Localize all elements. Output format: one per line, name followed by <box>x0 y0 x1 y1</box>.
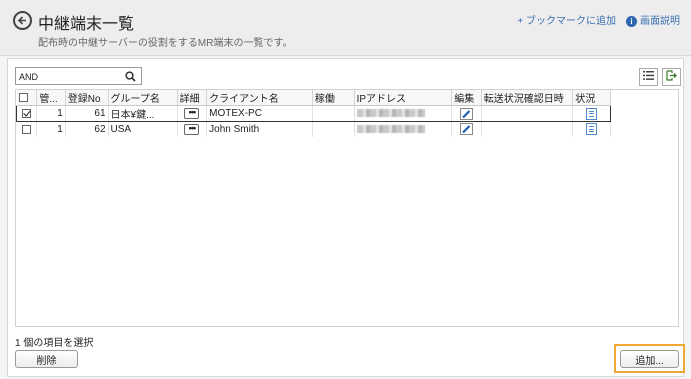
pencil-icon <box>459 107 473 120</box>
search-icon[interactable] <box>125 71 136 85</box>
column-header[interactable]: 状況 <box>572 90 611 106</box>
cell-kan: 1 <box>36 105 66 122</box>
cell-reg-no: 62 <box>65 121 109 137</box>
details-button[interactable]: ••• <box>177 105 208 122</box>
cell-kan: 1 <box>36 121 66 137</box>
cell-kadou <box>312 105 355 122</box>
more-dots-icon: ••• <box>184 107 200 119</box>
info-icon: i <box>626 16 637 27</box>
status-button[interactable] <box>572 121 611 137</box>
help-link-label: 画面説明 <box>640 16 680 27</box>
table-row[interactable]: 1 62 USA ••• John Smith <box>16 121 611 137</box>
search-input[interactable] <box>19 70 119 83</box>
export-button[interactable] <box>662 68 681 86</box>
column-header[interactable]: 管... <box>36 90 66 106</box>
column-header[interactable]: 詳細 <box>177 90 208 106</box>
cell-ip <box>354 121 453 137</box>
table-header-row: 管... 登録No グループ名 詳細 クライアント名 稼働 IPアドレス 編集 … <box>16 90 611 106</box>
cell-transfer-time <box>481 105 574 122</box>
table-row[interactable]: 1 61 日本¥鍵... ••• MOTEX-PC <box>15 105 611 122</box>
add-bookmark-link[interactable]: + ブックマークに追加 <box>517 12 616 27</box>
row-checkbox[interactable] <box>15 105 38 122</box>
list-icon <box>643 71 654 83</box>
column-header[interactable]: 稼働 <box>312 90 355 106</box>
column-header[interactable]: 転送状況確認日時 <box>481 90 574 106</box>
add-button[interactable]: 追加... <box>620 350 679 368</box>
select-all-checkbox[interactable] <box>16 90 38 106</box>
document-icon <box>586 123 598 136</box>
cell-group: USA <box>108 121 178 137</box>
cell-kadou <box>312 121 355 137</box>
redacted-ip <box>356 125 425 134</box>
delete-button[interactable]: 削除 <box>15 350 78 368</box>
page-header: 中継端末一覧 配布時の中継サーバーの役割をするMR端末の一覧です。 + ブックマ… <box>0 0 691 56</box>
row-checkbox[interactable] <box>16 121 38 137</box>
help-link[interactable]: i 画面説明 <box>626 12 680 27</box>
terminal-table: 管... 登録No グループ名 詳細 クライアント名 稼働 IPアドレス 編集 … <box>15 89 679 327</box>
add-button-highlight: 追加... <box>614 344 685 373</box>
page-subtitle: 配布時の中継サーバーの役割をするMR端末の一覧です。 <box>38 38 293 49</box>
cell-client: MOTEX-PC <box>206 105 313 122</box>
cell-reg-no: 61 <box>65 105 109 122</box>
details-button[interactable]: ••• <box>177 121 208 137</box>
column-header[interactable]: グループ名 <box>108 90 178 106</box>
document-icon <box>586 107 598 120</box>
column-header[interactable]: 編集 <box>451 90 482 106</box>
edit-button[interactable] <box>451 121 482 137</box>
cell-group: 日本¥鍵... <box>108 105 178 122</box>
export-icon <box>666 70 677 84</box>
page-title: 中継端末一覧 <box>38 16 135 33</box>
selection-status: 1 個の項目を選択 <box>15 338 94 349</box>
cell-ip <box>354 105 453 122</box>
edit-button[interactable] <box>451 105 482 122</box>
main-panel: 管... 登録No グループ名 詳細 クライアント名 稼働 IPアドレス 編集 … <box>7 58 685 377</box>
list-view-button[interactable] <box>639 68 658 86</box>
cell-client: John Smith <box>206 121 313 137</box>
search-box[interactable] <box>15 67 142 85</box>
redacted-ip <box>356 109 425 118</box>
cell-transfer-time <box>481 121 574 137</box>
status-button[interactable] <box>572 105 611 122</box>
pencil-icon <box>459 123 473 136</box>
more-dots-icon: ••• <box>184 123 200 135</box>
column-header[interactable]: クライアント名 <box>206 90 313 106</box>
back-arrow-icon[interactable] <box>13 11 32 30</box>
column-header[interactable]: IPアドレス <box>354 90 453 106</box>
column-header[interactable]: 登録No <box>65 90 109 106</box>
